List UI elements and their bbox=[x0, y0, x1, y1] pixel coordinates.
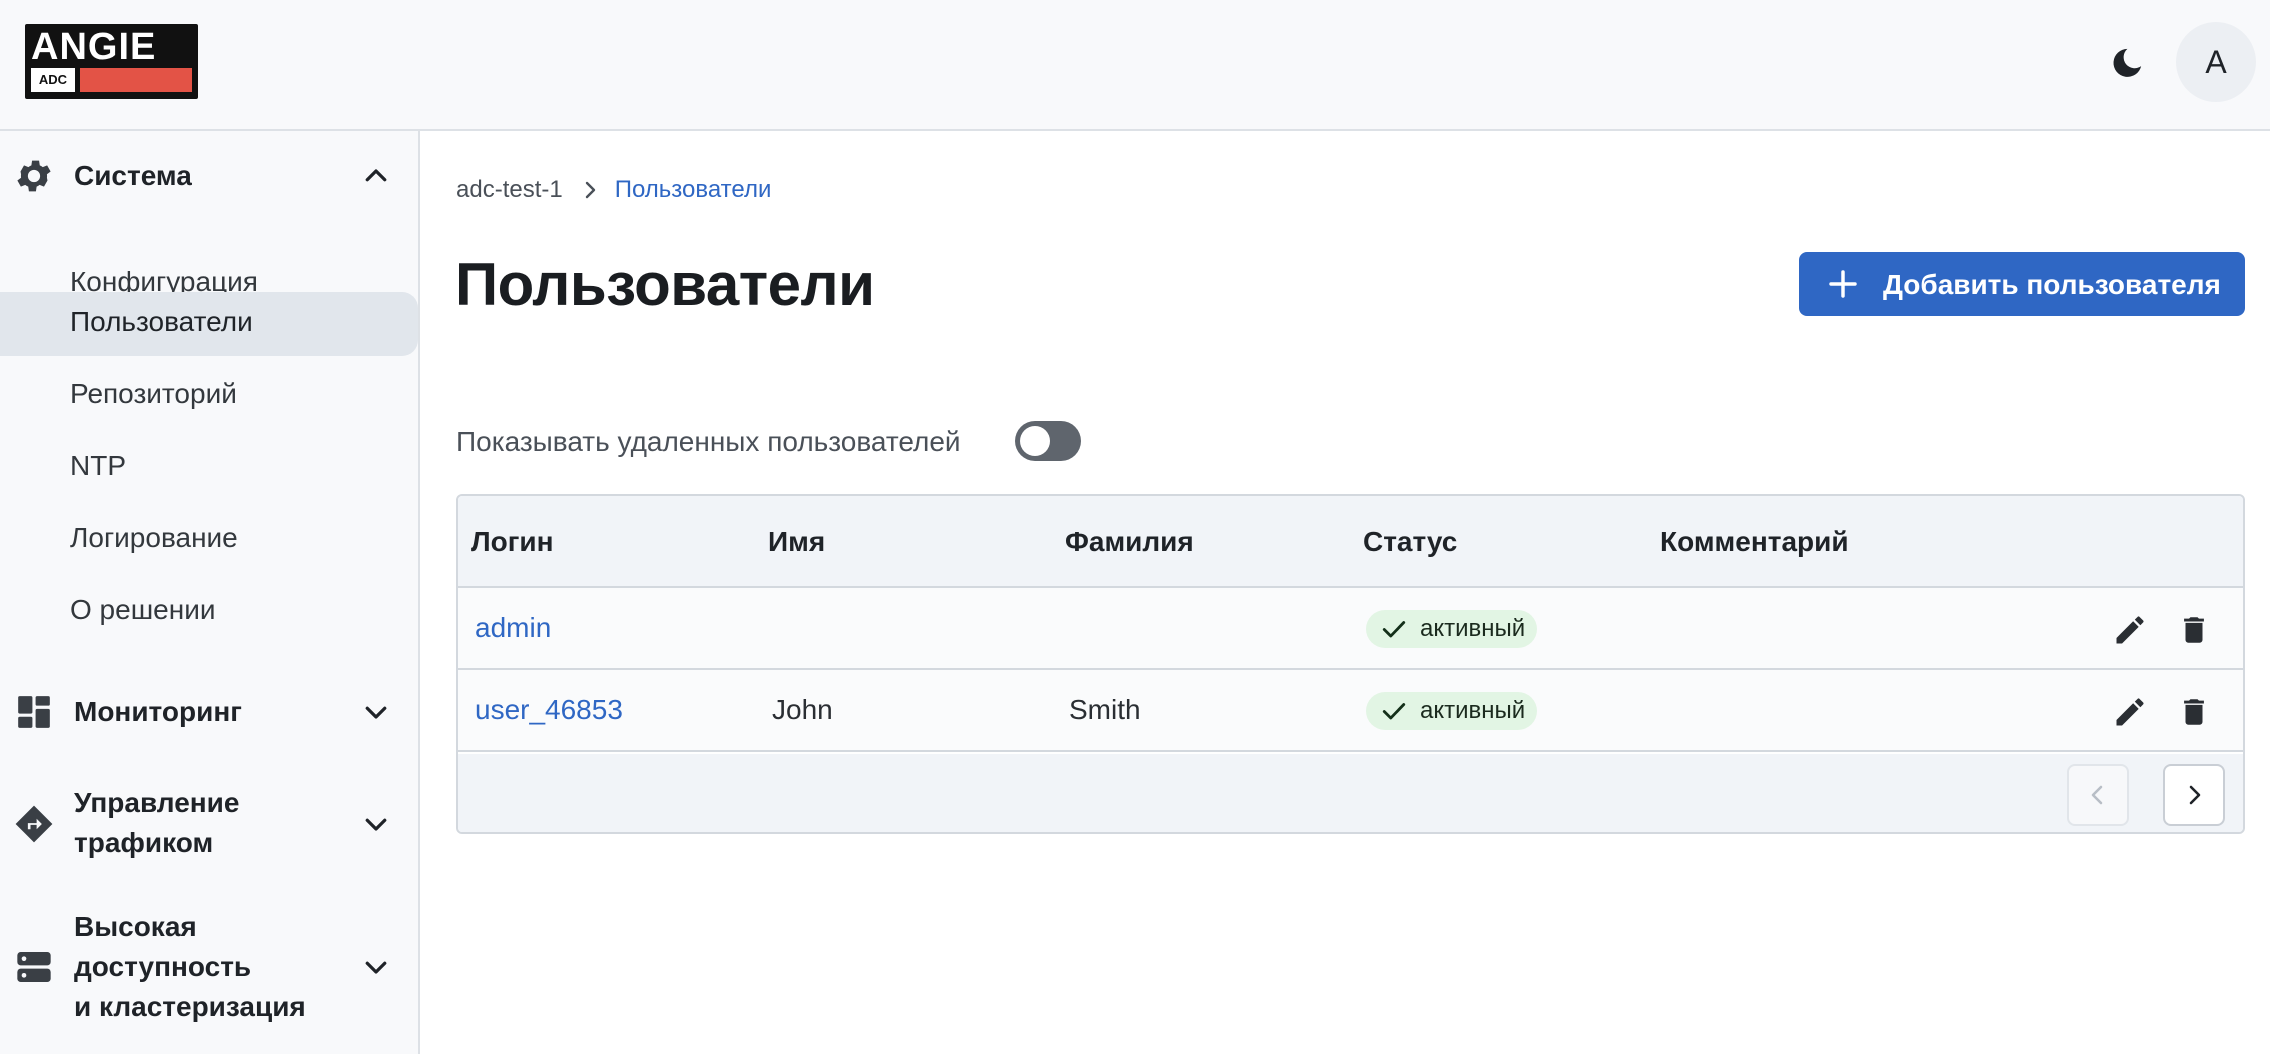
chevron-down-icon bbox=[358, 806, 394, 842]
sidebar-item-label: Логирование bbox=[70, 522, 238, 553]
logo-red-bar bbox=[80, 68, 192, 92]
login-link[interactable]: user_46853 bbox=[475, 694, 623, 726]
breadcrumb-root[interactable]: adc-test-1 bbox=[456, 176, 563, 204]
next-page-button[interactable] bbox=[2163, 764, 2225, 826]
sidebar-item-logging[interactable]: Логирование bbox=[0, 508, 418, 572]
trash-icon bbox=[2184, 699, 2204, 725]
status-badge: активный bbox=[1366, 692, 1538, 730]
add-user-button-label: Добавить пользователя bbox=[1883, 269, 2221, 300]
sidebar-group-label: Мониторинг bbox=[74, 696, 242, 727]
table-row: admin активный bbox=[458, 588, 2243, 670]
status-text: активный bbox=[1420, 615, 1526, 642]
gear-icon bbox=[13, 155, 55, 197]
pencil-icon bbox=[2116, 698, 2144, 726]
sidebar-item-label: О решении bbox=[70, 594, 216, 625]
theme-toggle-button[interactable] bbox=[2107, 40, 2147, 86]
show-deleted-label: Показывать удаленных пользователей bbox=[456, 426, 961, 457]
column-header-status: Статус bbox=[1363, 526, 1458, 557]
sidebar-group-label-line1: Высокая bbox=[74, 911, 197, 942]
sidebar-group-label-line2: доступность bbox=[74, 951, 252, 982]
sidebar-item-label: Репозиторий bbox=[70, 378, 237, 409]
trash-icon bbox=[2184, 617, 2204, 643]
top-bar: ANGIE ADC A bbox=[0, 0, 2270, 131]
sidebar-group-monitoring[interactable]: Мониторинг bbox=[0, 687, 418, 737]
sidebar-group-traffic[interactable]: Управление трафиком bbox=[0, 779, 418, 869]
sidebar: Система Конфигурация Пользователи Репози… bbox=[0, 131, 420, 1054]
check-icon bbox=[1382, 703, 1406, 720]
chevron-down-icon bbox=[358, 694, 394, 730]
prev-page-button[interactable] bbox=[2067, 764, 2129, 826]
sidebar-item-users[interactable]: Пользователи bbox=[0, 292, 418, 356]
moon-icon bbox=[2113, 48, 2142, 77]
table-header: Логин Имя Фамилия Статус Комментарий bbox=[458, 496, 2243, 588]
column-header-first-name: Имя bbox=[768, 526, 826, 557]
chevron-right-icon bbox=[583, 180, 599, 200]
delete-button[interactable] bbox=[2174, 610, 2214, 650]
last-name-cell: Smith bbox=[1069, 694, 1141, 725]
sidebar-item-label: NTP bbox=[70, 450, 126, 481]
breadcrumb: adc-test-1 Пользователи bbox=[456, 176, 771, 204]
edit-button[interactable] bbox=[2110, 610, 2150, 650]
sidebar-item-ntp[interactable]: NTP bbox=[0, 436, 418, 500]
sidebar-item-label: Пользователи bbox=[70, 306, 253, 337]
status-text: активный bbox=[1420, 697, 1526, 724]
column-header-login: Логин bbox=[471, 526, 554, 557]
toggle-knob bbox=[1020, 426, 1050, 456]
check-icon bbox=[1382, 621, 1406, 638]
logo-text: ANGIE bbox=[31, 26, 157, 68]
sidebar-group-label-line1: Управление bbox=[74, 787, 240, 818]
dashboard-icon bbox=[13, 691, 55, 733]
sidebar-group-label-line2: трафиком bbox=[74, 827, 214, 858]
add-user-button[interactable]: Добавить пользователя bbox=[1799, 252, 2245, 316]
chevron-down-icon bbox=[358, 949, 394, 985]
users-table: Логин Имя Фамилия Статус Комментарий adm… bbox=[456, 494, 2245, 834]
sidebar-group-system[interactable]: Система bbox=[0, 151, 418, 201]
edit-button[interactable] bbox=[2110, 692, 2150, 732]
sidebar-group-high-availability[interactable]: Высокая доступность и кластеризация bbox=[0, 903, 418, 1031]
angie-logo[interactable]: ANGIE ADC bbox=[25, 24, 198, 99]
sidebar-item-about[interactable]: О решении bbox=[0, 580, 418, 644]
server-icon bbox=[13, 946, 55, 988]
column-header-last-name: Фамилия bbox=[1065, 526, 1194, 557]
route-sign-icon bbox=[13, 803, 55, 845]
table-pagination bbox=[458, 754, 2243, 832]
plus-icon bbox=[1829, 270, 1857, 298]
first-name-cell: John bbox=[772, 694, 833, 725]
sidebar-item-repository[interactable]: Репозиторий bbox=[0, 364, 418, 428]
chevron-right-icon bbox=[2189, 785, 2201, 805]
avatar-letter: A bbox=[2205, 43, 2227, 80]
show-deleted-toggle[interactable] bbox=[1015, 421, 1081, 461]
logo-sub: ADC bbox=[31, 68, 75, 92]
status-badge: активный bbox=[1366, 610, 1538, 648]
user-avatar[interactable]: A bbox=[2176, 22, 2256, 102]
column-header-comment: Комментарий bbox=[1660, 526, 1849, 557]
table-row: user_46853 John Smith активный bbox=[458, 670, 2243, 752]
sidebar-group-label: Система bbox=[74, 160, 192, 191]
breadcrumb-current: Пользователи bbox=[614, 176, 772, 203]
login-link[interactable]: admin bbox=[475, 612, 551, 644]
chevron-up-icon bbox=[358, 158, 394, 194]
chevron-left-icon bbox=[2091, 785, 2103, 805]
delete-button[interactable] bbox=[2174, 692, 2214, 732]
page-title: Пользователи bbox=[455, 251, 875, 318]
sidebar-group-label-line3: и кластеризация bbox=[74, 991, 306, 1022]
pencil-icon bbox=[2116, 616, 2144, 644]
